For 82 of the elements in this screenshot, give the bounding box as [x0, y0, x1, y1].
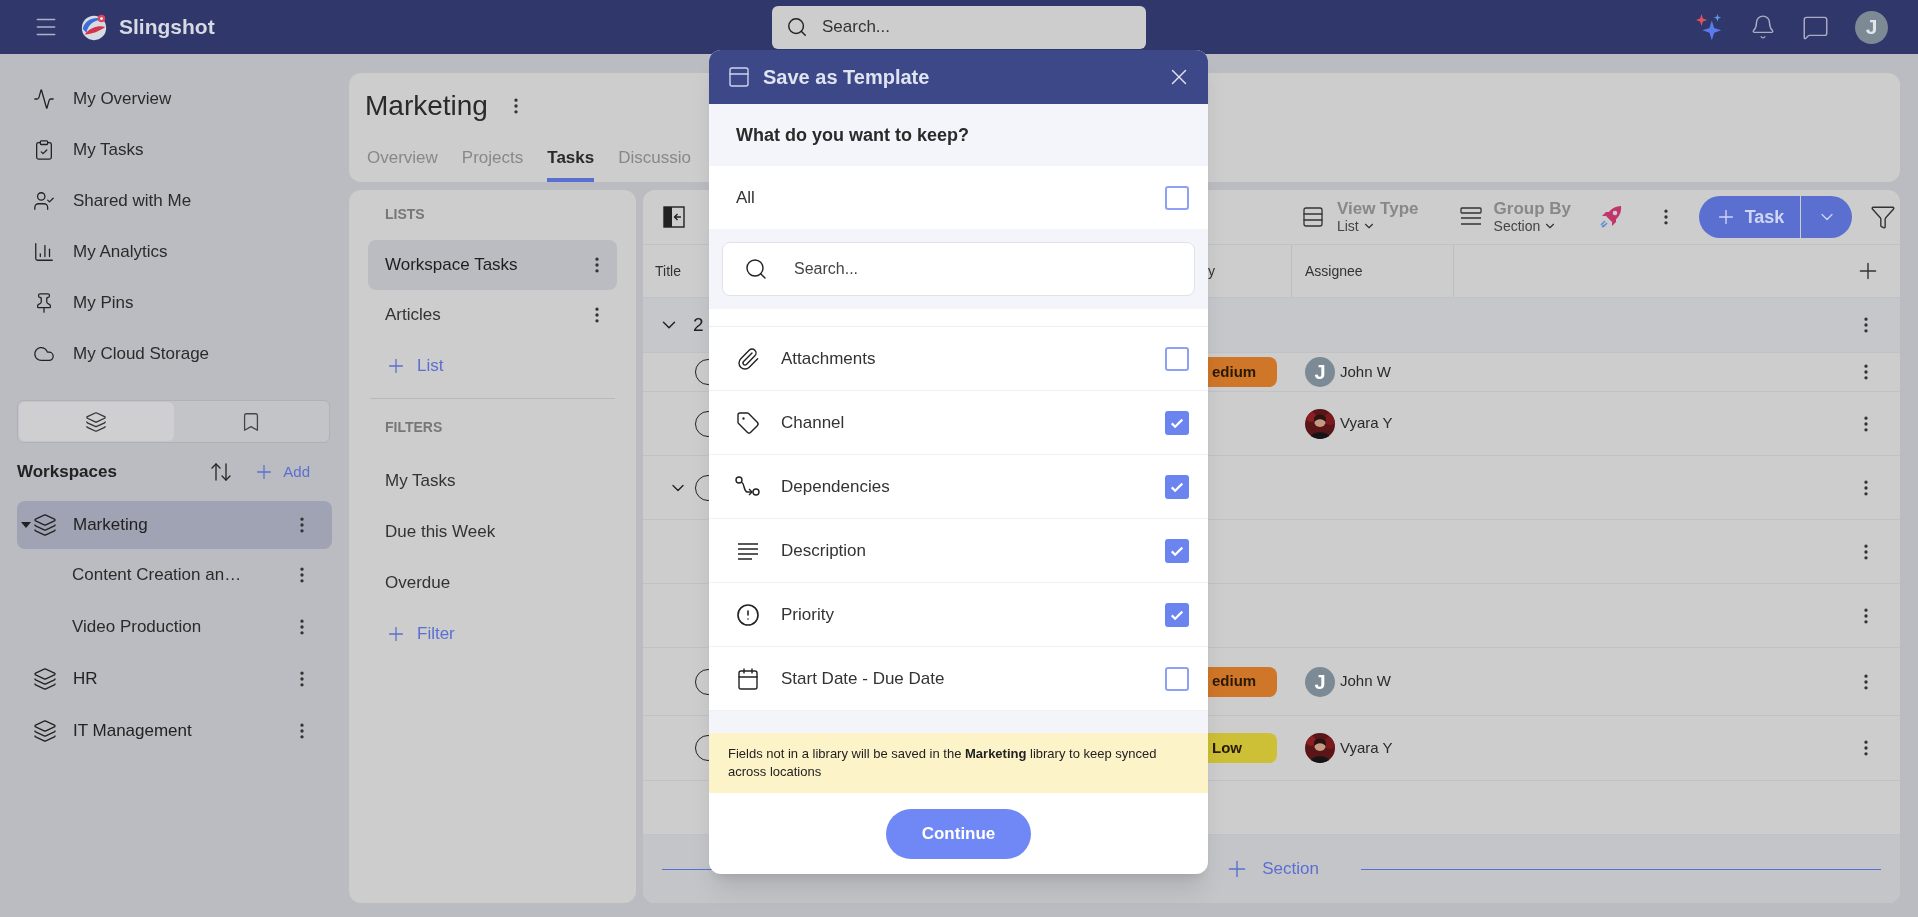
assignee-name: Vyara Y: [1340, 737, 1393, 758]
pulse-icon: [33, 87, 55, 110]
group-by-label: Group By: [1493, 199, 1571, 219]
nav-item[interactable]: Shared with Me: [0, 175, 349, 226]
dialog-title: Save as Template: [763, 65, 931, 90]
list-item[interactable]: Workspace Tasks: [368, 240, 617, 290]
calendar-icon: [736, 666, 760, 691]
field-search[interactable]: Search...: [722, 242, 1195, 296]
filter-item[interactable]: Overdue: [368, 557, 617, 608]
workspace-child-item[interactable]: Video Production: [17, 601, 332, 653]
bar-chart-icon: [33, 240, 55, 263]
caret-icon[interactable]: [21, 522, 31, 528]
all-label: All: [736, 186, 756, 209]
layers-icon: [85, 410, 108, 433]
field-option[interactable]: Dependencies: [709, 455, 1208, 519]
assignee-name: John W: [1340, 671, 1391, 692]
sparkles-icon[interactable]: [1694, 12, 1724, 42]
note-text: Fields not in a library will be saved in the Marketing library to keep synced across locations: [728, 745, 1158, 781]
field-option[interactable]: Attachments: [709, 327, 1208, 391]
bell-icon[interactable]: [1750, 14, 1776, 40]
nav-item[interactable]: My Cloud Storage: [0, 328, 349, 379]
checkbox[interactable]: [1165, 410, 1189, 435]
template-icon: [727, 65, 751, 89]
search-icon: [744, 257, 768, 281]
dialog-question: What do you want to keep?: [736, 123, 969, 147]
field-option[interactable]: Description: [709, 519, 1208, 583]
workspaces-heading: Workspaces: [17, 461, 118, 484]
project-title: Marketing: [365, 89, 488, 123]
paperclip-icon: [736, 346, 760, 371]
task-options-button[interactable]: [1801, 196, 1852, 238]
layers-icon: [33, 513, 57, 537]
workspace-item[interactable]: IT Management: [17, 705, 332, 757]
column-header: Assignee: [1305, 261, 1363, 281]
field-option[interactable]: Channel: [709, 391, 1208, 455]
view-type-label: View Type: [1336, 199, 1419, 219]
lists-heading: LISTS: [385, 204, 425, 224]
view-type-button[interactable]: View Type List: [1300, 199, 1419, 235]
checkbox[interactable]: [1165, 666, 1189, 691]
toggle-segment[interactable]: [19, 402, 174, 441]
nav-item[interactable]: My Overview: [0, 73, 349, 124]
collapse-panel-icon[interactable]: [662, 205, 686, 229]
column-header: Title: [655, 263, 681, 279]
nav-item[interactable]: My Tasks: [0, 124, 349, 175]
workspace-item[interactable]: Marketing: [17, 501, 332, 549]
search-icon: [786, 15, 808, 38]
avatar: J: [1305, 666, 1335, 697]
field-option[interactable]: Priority: [709, 583, 1208, 647]
group-title: 2: [693, 312, 704, 337]
layers-icon: [33, 667, 57, 691]
filter-item[interactable]: My Tasks: [368, 455, 617, 506]
alert-icon: [736, 602, 760, 627]
group-by-button[interactable]: Group By Section: [1458, 199, 1571, 235]
tab[interactable]: Tasks: [547, 133, 595, 182]
clipboard-check-icon: [33, 138, 55, 161]
checkbox[interactable]: [1165, 538, 1189, 563]
dependencies-icon: [735, 475, 761, 498]
nav-item[interactable]: My Pins: [0, 277, 349, 328]
app-name: Slingshot: [119, 14, 215, 41]
layers-icon: [33, 719, 57, 743]
search-field[interactable]: Search...: [772, 5, 1146, 49]
checkbox[interactable]: [1165, 185, 1189, 210]
avatar: J: [1305, 357, 1335, 387]
checkbox[interactable]: [1165, 474, 1189, 499]
assignee-name: Vyara Y: [1340, 413, 1393, 434]
view-type-value: List: [1336, 218, 1359, 235]
logo-icon: [79, 12, 109, 42]
rows-icon: [1300, 205, 1325, 229]
tag-icon: [736, 410, 760, 435]
filters-heading: FILTERS: [385, 417, 443, 437]
filter-item[interactable]: Due this Week: [368, 506, 617, 557]
list-item[interactable]: Articles: [368, 290, 617, 340]
checkbox[interactable]: [1165, 602, 1189, 627]
checkbox[interactable]: [1165, 346, 1189, 371]
nav-item[interactable]: My Analytics: [0, 226, 349, 277]
filter-icon[interactable]: [1870, 204, 1896, 230]
group-by-value: Section: [1493, 218, 1541, 235]
user-check-icon: [33, 189, 55, 212]
text-lines-icon: [736, 540, 760, 561]
assignee-name: John W: [1340, 361, 1391, 382]
workspace-item[interactable]: HR: [17, 653, 332, 705]
column-header: y: [1208, 261, 1215, 281]
workspace-child-item[interactable]: Content Creation an…: [17, 549, 332, 601]
